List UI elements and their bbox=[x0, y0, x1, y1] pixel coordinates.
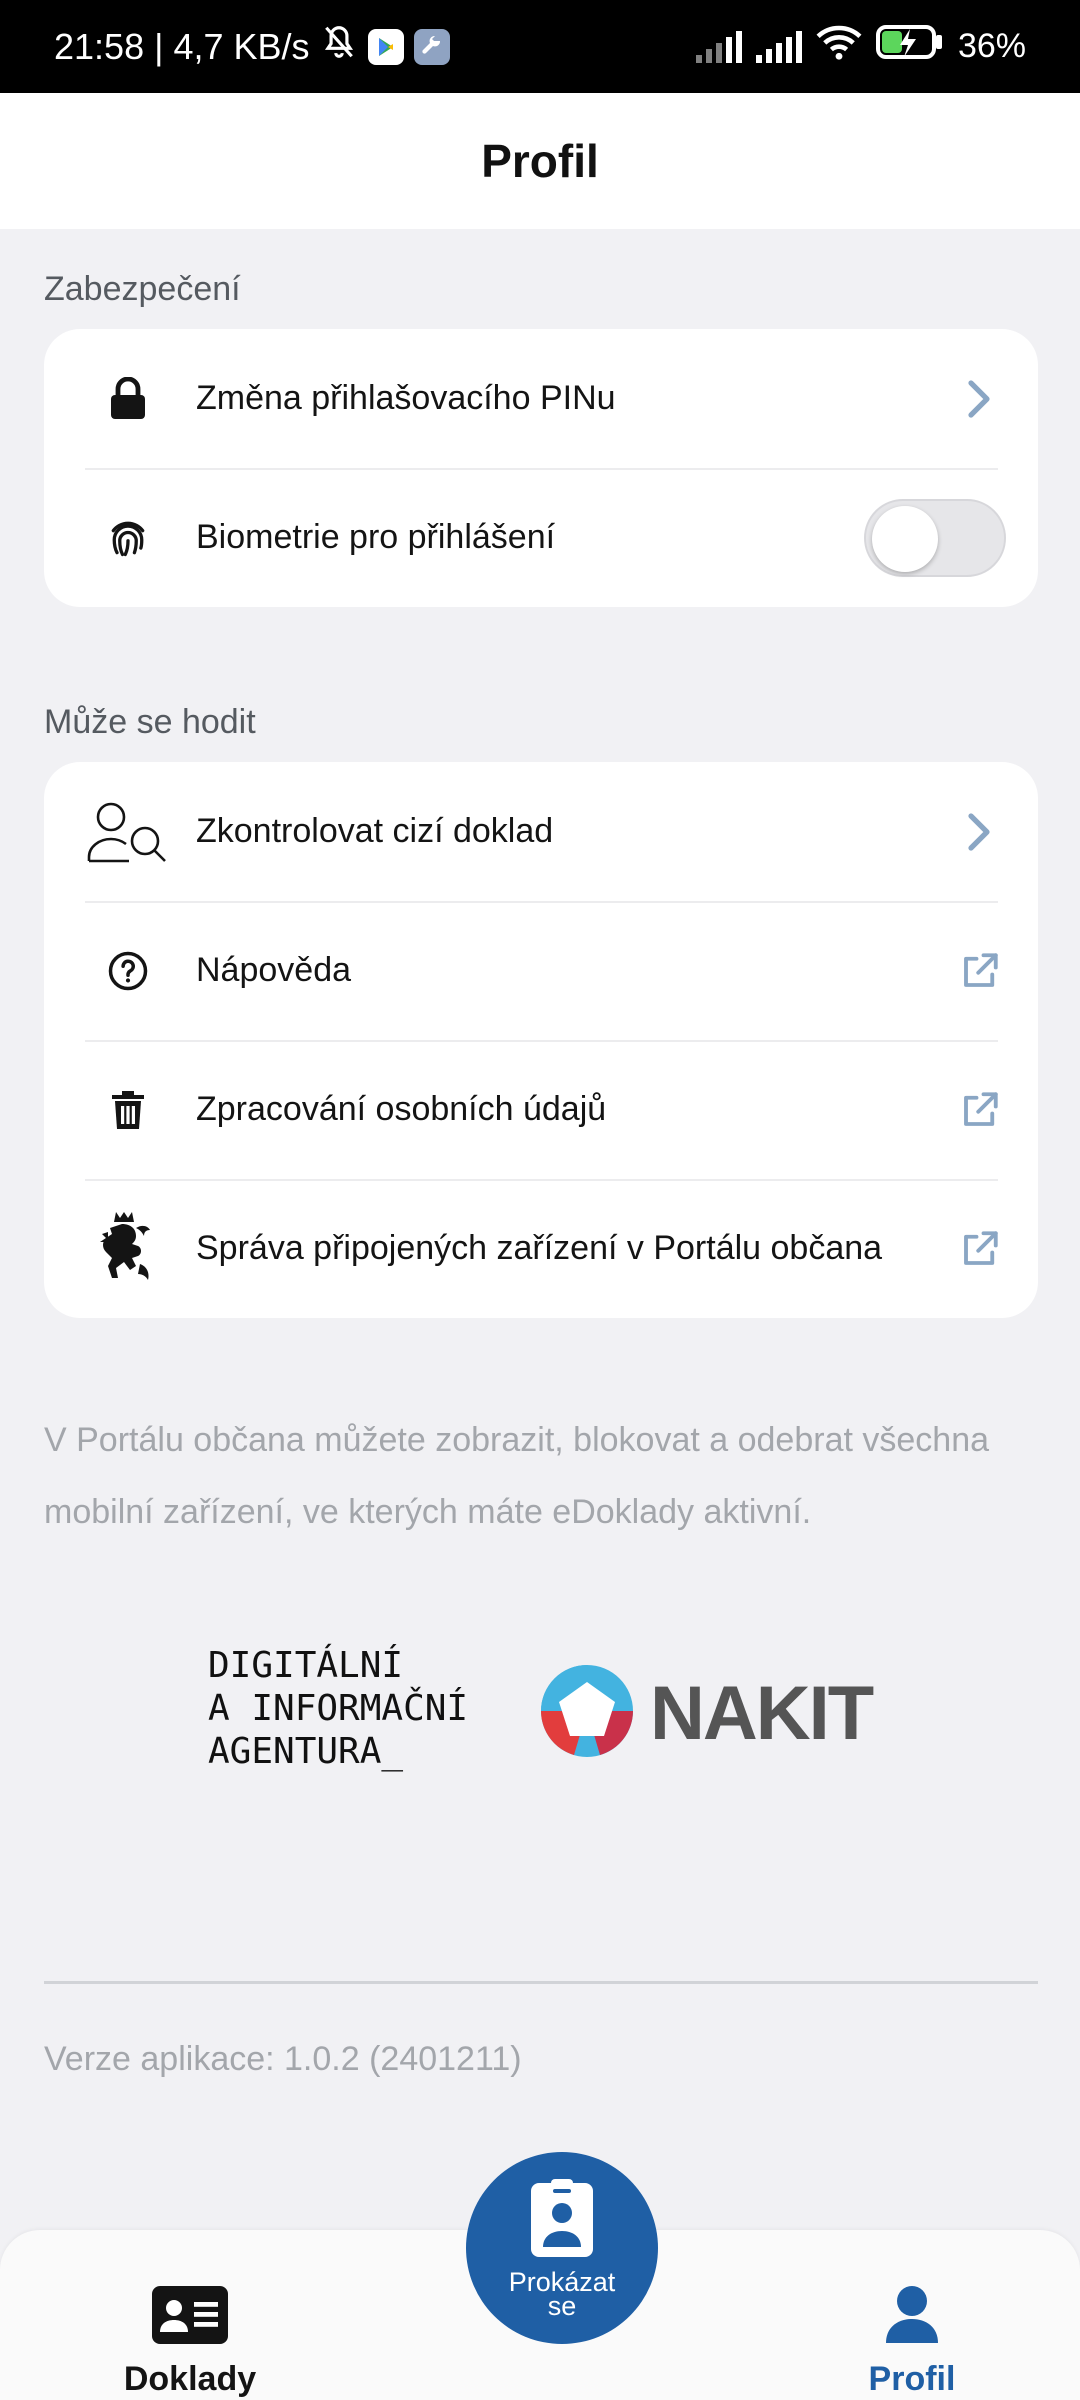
status-bar: 21:58 | 4,7 KB/s 36% bbox=[0, 0, 1080, 93]
prove-identity-button[interactable]: Prokázat se bbox=[466, 2152, 658, 2344]
nav-label-profile: Profil bbox=[868, 2360, 956, 2398]
battery-percent: 36% bbox=[957, 27, 1026, 65]
help-icon bbox=[85, 928, 171, 1014]
battery-charging-icon bbox=[875, 25, 944, 68]
prove-identity-label: Prokázat se bbox=[508, 2266, 616, 2321]
divider bbox=[44, 1981, 1038, 1984]
wifi-icon bbox=[816, 23, 862, 70]
nav-tab-profile[interactable]: Profil bbox=[822, 2230, 1002, 2400]
change-pin-label: Změna přihlašovacího PINu bbox=[196, 379, 616, 417]
dia-logo: DIGITÁLNÍ A INFORMAČNÍ AGENTURA_ bbox=[208, 1644, 468, 1773]
dia-logo-line3: AGENTURA_ bbox=[208, 1731, 404, 1772]
badge-icon bbox=[531, 2178, 593, 2262]
security-card: Změna přihlašovacího PINu Biometrie pro … bbox=[44, 329, 1038, 607]
biometrics-row: Biometrie pro přihlášení bbox=[44, 468, 1038, 607]
trash-icon bbox=[85, 1067, 171, 1153]
personal-data-row[interactable]: Zpracování osobních údajů bbox=[44, 1040, 1038, 1179]
muted-bell-icon bbox=[320, 23, 358, 70]
app-header: Profil bbox=[0, 93, 1080, 229]
nav-label-documents: Doklady bbox=[123, 2360, 257, 2398]
lock-icon bbox=[85, 356, 171, 442]
page-title: Profil bbox=[481, 135, 599, 187]
help-row[interactable]: Nápověda bbox=[44, 901, 1038, 1040]
nakit-logo-text: NAKIT bbox=[650, 1671, 874, 1756]
person-search-icon bbox=[85, 789, 171, 875]
person-icon bbox=[884, 2270, 940, 2360]
play-store-icon bbox=[367, 28, 404, 65]
partner-logos: DIGITÁLNÍ A INFORMAČNÍ AGENTURA_ NAKIT bbox=[0, 1640, 1080, 1780]
external-link-icon bbox=[954, 1223, 1006, 1275]
chevron-right-icon bbox=[954, 806, 1006, 858]
biometrics-label: Biometrie pro přihlášení bbox=[196, 518, 556, 556]
section-label-security: Zabezpečení bbox=[44, 270, 241, 308]
personal-data-label: Zpracování osobních údajů bbox=[196, 1090, 607, 1128]
wrench-icon bbox=[413, 28, 450, 65]
dia-logo-line1: DIGITÁLNÍ bbox=[208, 1645, 404, 1686]
useful-card: Zkontrolovat cizí doklad Nápověda Zpraco… bbox=[44, 762, 1038, 1318]
fingerprint-icon bbox=[85, 495, 171, 581]
signal-icon bbox=[695, 30, 742, 63]
device-management-label: Správa připojených zařízení v Portálu ob… bbox=[196, 1229, 883, 1267]
toggle-knob bbox=[872, 505, 938, 572]
status-net-speed: 4,7 KB/s bbox=[173, 25, 310, 67]
change-pin-row[interactable]: Změna přihlašovacího PINu bbox=[44, 329, 1038, 468]
dia-logo-line2: A INFORMAČNÍ bbox=[208, 1688, 469, 1729]
check-foreign-doc-row[interactable]: Zkontrolovat cizí doklad bbox=[44, 762, 1038, 901]
external-link-icon bbox=[954, 945, 1006, 997]
id-card-icon bbox=[152, 2270, 228, 2360]
nakit-logo-icon bbox=[540, 1664, 634, 1763]
chevron-right-icon bbox=[954, 373, 1006, 425]
biometrics-toggle[interactable] bbox=[864, 498, 1006, 577]
device-management-row[interactable]: Správa připojených zařízení v Portálu ob… bbox=[44, 1179, 1038, 1318]
external-link-icon bbox=[954, 1084, 1006, 1136]
portal-info-text: V Portálu občana můžete zobrazit, blokov… bbox=[44, 1421, 990, 1531]
section-label-useful: Může se hodit bbox=[44, 703, 256, 741]
status-separator: | bbox=[154, 25, 164, 67]
czech-lion-icon bbox=[85, 1206, 171, 1292]
check-foreign-doc-label: Zkontrolovat cizí doklad bbox=[196, 812, 554, 850]
app-version: Verze aplikace: 1.0.2 (2401211) bbox=[44, 2040, 522, 2078]
status-time: 21:58 bbox=[54, 25, 145, 67]
help-label: Nápověda bbox=[196, 951, 352, 989]
signal-icon-2 bbox=[755, 30, 802, 63]
nav-tab-documents[interactable]: Doklady bbox=[100, 2230, 280, 2400]
